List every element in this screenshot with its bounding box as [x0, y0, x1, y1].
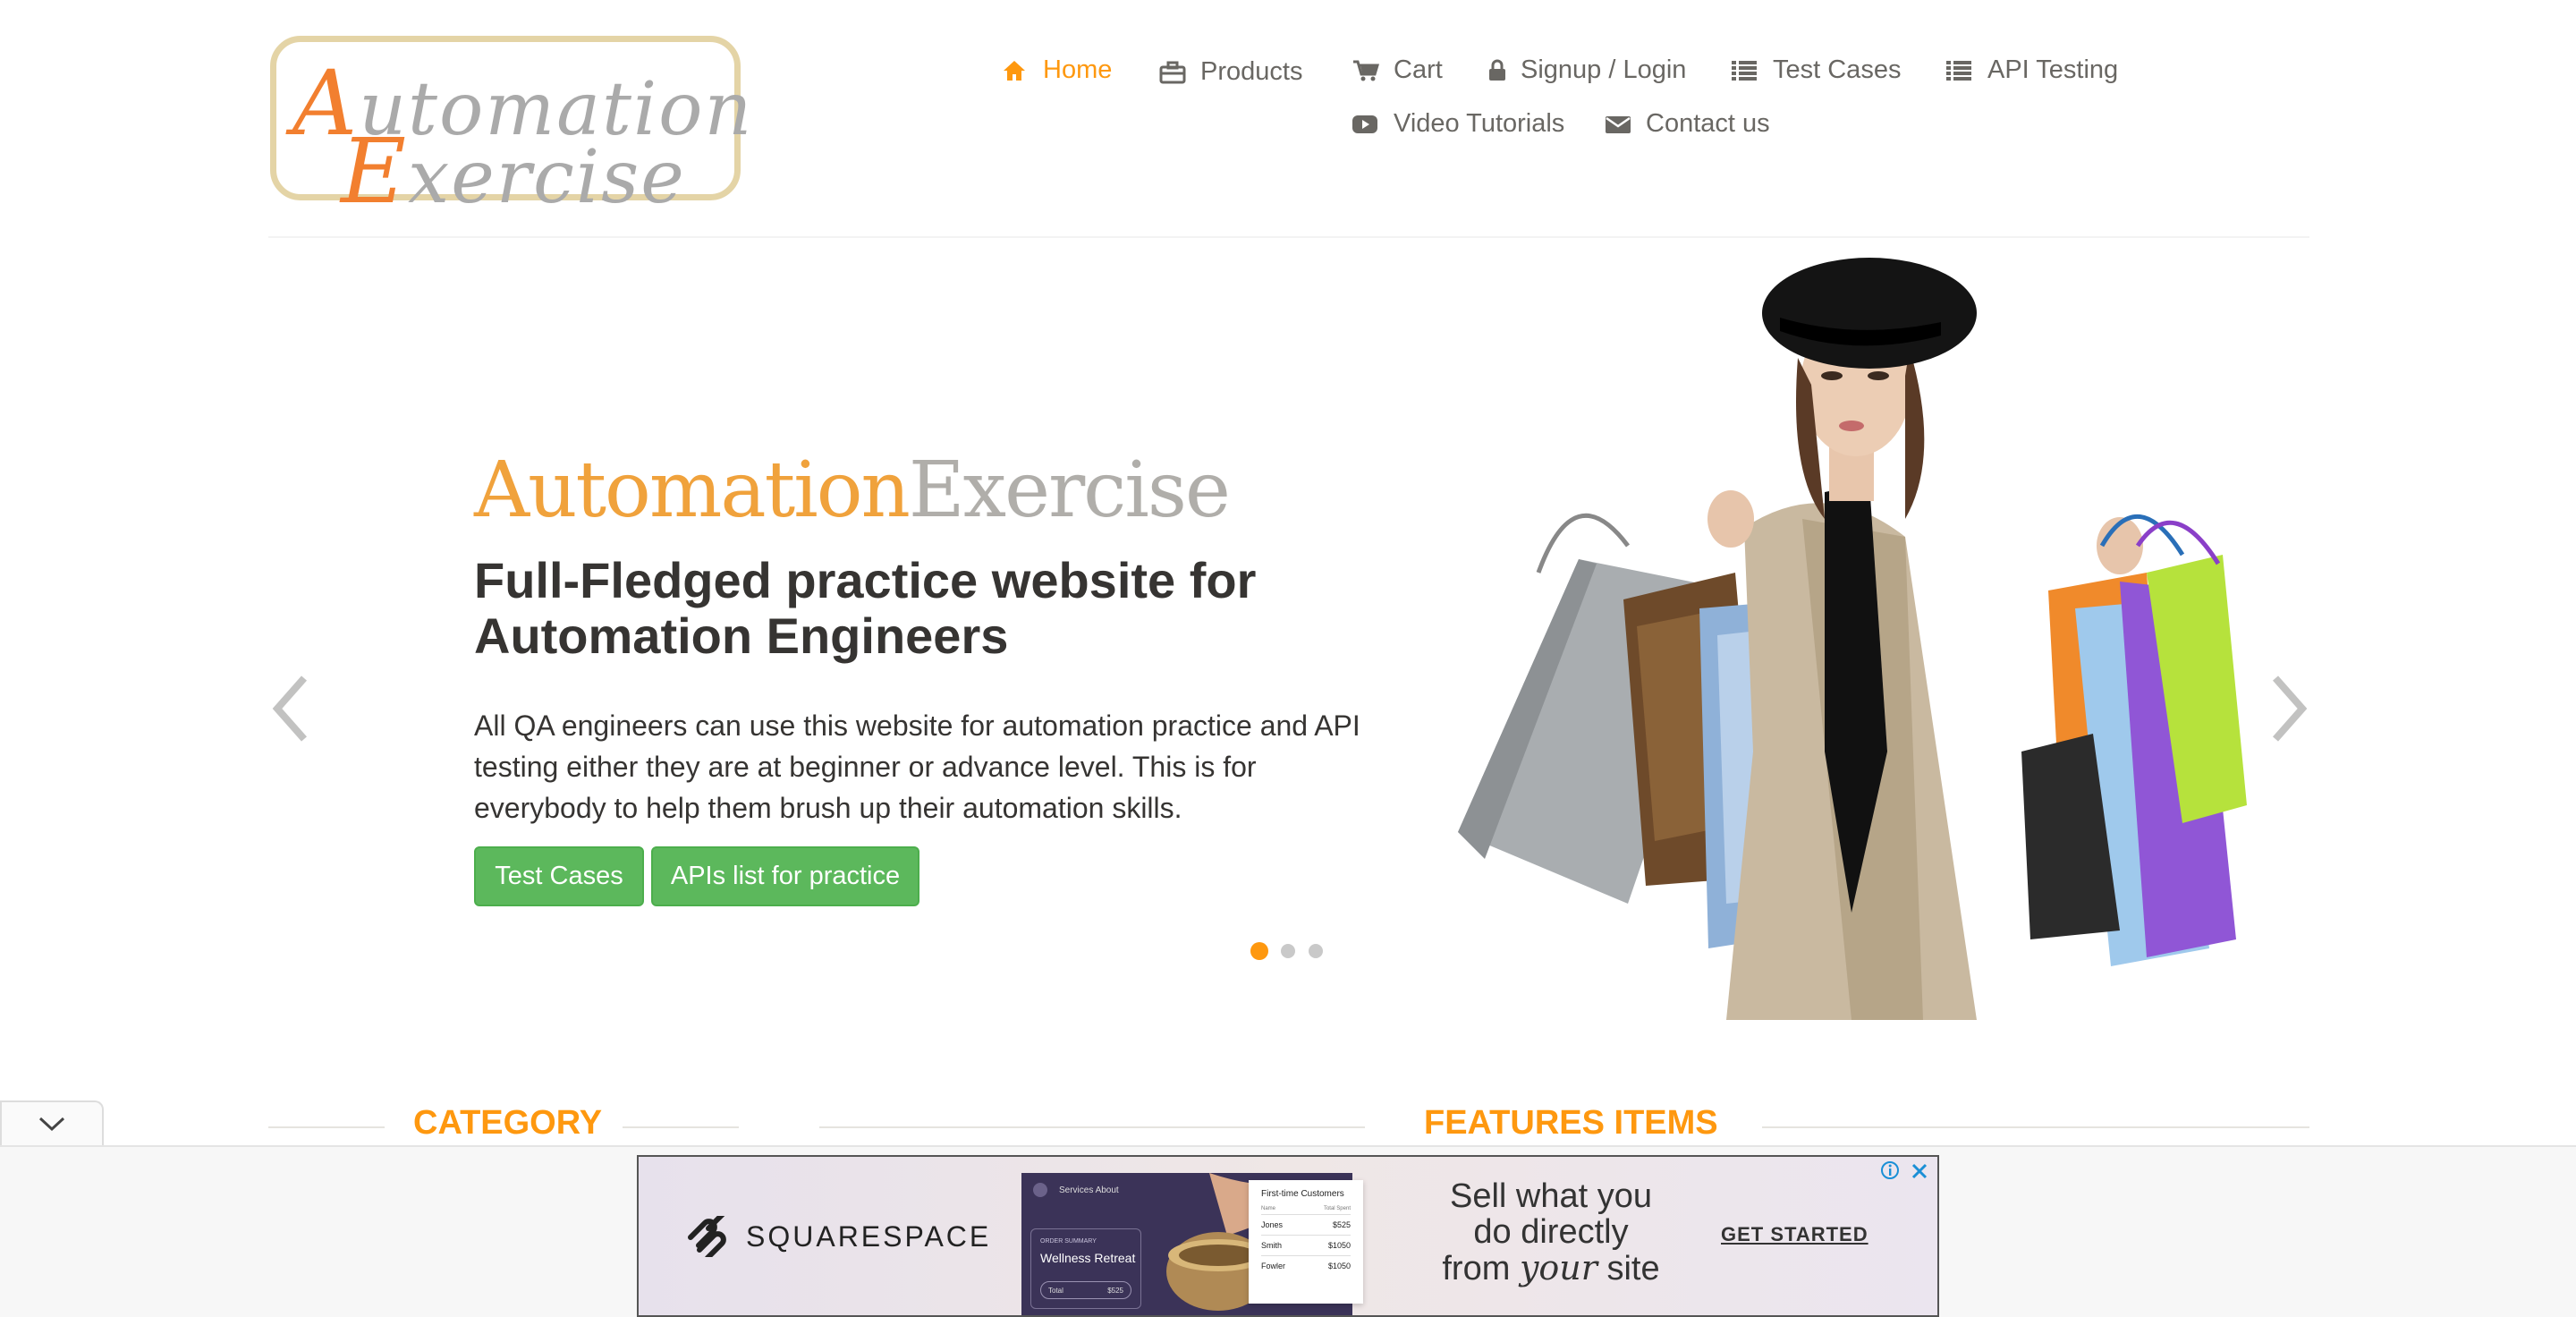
slider-next-arrow[interactable] — [2267, 673, 2320, 744]
table-row: Jones $525 — [1261, 1214, 1351, 1235]
features-title: FEATURES ITEMS — [1424, 1104, 1718, 1142]
site-logo[interactable]: Automation Exercise — [270, 36, 751, 224]
ad-mock-title: Wellness Retreat — [1040, 1251, 1136, 1265]
ad-customers-table: First-time Customers Name Total Spent Jon… — [1249, 1180, 1363, 1304]
lock-icon — [1488, 59, 1506, 82]
table-row: Fowler $1050 — [1261, 1255, 1351, 1276]
ad-mock-total: Total $525 — [1040, 1281, 1131, 1299]
ad-table-header: Name Total Spent — [1261, 1206, 1351, 1211]
home-icon — [1002, 59, 1029, 82]
features-line-right — [1762, 1126, 2309, 1128]
features-line-left — [819, 1126, 1365, 1128]
category-title: CATEGORY — [413, 1104, 603, 1142]
slider-dot-1[interactable] — [1250, 942, 1268, 960]
cart-icon — [1352, 59, 1380, 82]
squarespace-logo-icon — [688, 1216, 726, 1257]
ad-mock-card: ORDER SUMMARY Wellness Retreat Total $525 — [1030, 1228, 1141, 1309]
ad-table-title: First-time Customers — [1261, 1189, 1344, 1199]
nav-signup-login[interactable]: Signup / Login — [1488, 55, 1686, 85]
category-line-left — [268, 1126, 385, 1128]
nav-contact-label: Contact us — [1646, 109, 1770, 138]
youtube-icon — [1352, 113, 1379, 136]
hero-image — [1404, 251, 2272, 1029]
envelope-icon — [1605, 113, 1631, 136]
nav-api-testing[interactable]: API Testing — [1946, 55, 2118, 85]
slider-dot-2[interactable] — [1281, 944, 1295, 958]
ad-mock-kicker: ORDER SUMMARY — [1040, 1238, 1097, 1245]
briefcase-icon — [1159, 61, 1186, 84]
nav-test-cases[interactable]: Test Cases — [1732, 55, 1901, 85]
list-icon — [1732, 59, 1758, 82]
ad-mock-nav: Services About — [1059, 1185, 1119, 1195]
table-row: Smith $1050 — [1261, 1235, 1351, 1255]
ad-get-started-link[interactable]: GET STARTED — [1721, 1223, 1868, 1246]
squarespace-ad[interactable]: SQUARESPACE Services About ORDER SUMMARY… — [637, 1155, 1939, 1317]
slider-title: AutomationExercise — [474, 446, 1231, 535]
ad-close-icon[interactable] — [1909, 1160, 1930, 1182]
nav-signup-label: Signup / Login — [1521, 55, 1687, 84]
slider-heading: Full-Fledged practice website for Automa… — [474, 552, 1257, 664]
nav-video-tutorials[interactable]: Video Tutorials — [1352, 109, 1564, 139]
category-line-right — [623, 1126, 739, 1128]
nav-products[interactable]: Products — [1159, 57, 1302, 87]
nav-home-label: Home — [1043, 55, 1113, 84]
mock-logo-icon — [1033, 1183, 1047, 1197]
slider-dot-3[interactable] — [1309, 944, 1323, 958]
nav-test-cases-label: Test Cases — [1773, 55, 1902, 84]
nav-cart[interactable]: Cart — [1352, 55, 1443, 85]
nav-home[interactable]: Home — [1002, 55, 1112, 85]
ad-brand: SQUARESPACE — [683, 1216, 991, 1257]
ad-headline: Sell what you do directly from your site — [1442, 1177, 1660, 1287]
ad-collapse-tab[interactable] — [0, 1100, 104, 1145]
nav-api-testing-label: API Testing — [1987, 55, 2119, 84]
ad-info-icon[interactable] — [1880, 1160, 1900, 1180]
nav-contact[interactable]: Contact us — [1605, 109, 1770, 139]
slider-description: All QA engineers can use this website fo… — [474, 709, 1360, 824]
nav-cart-label: Cart — [1394, 55, 1443, 84]
ad-brand-label: SQUARESPACE — [746, 1219, 992, 1253]
slider-prev-arrow[interactable] — [268, 673, 322, 744]
list-icon — [1946, 59, 1973, 82]
nav-video-label: Video Tutorials — [1394, 109, 1565, 138]
header-divider — [268, 236, 2309, 238]
chevron-down-icon — [38, 1117, 65, 1132]
test-cases-button[interactable]: Test Cases — [474, 846, 644, 906]
nav-products-label: Products — [1200, 57, 1303, 86]
apis-list-button[interactable]: APIs list for practice — [651, 846, 919, 906]
logo-line-2: Exercise — [341, 119, 686, 224]
